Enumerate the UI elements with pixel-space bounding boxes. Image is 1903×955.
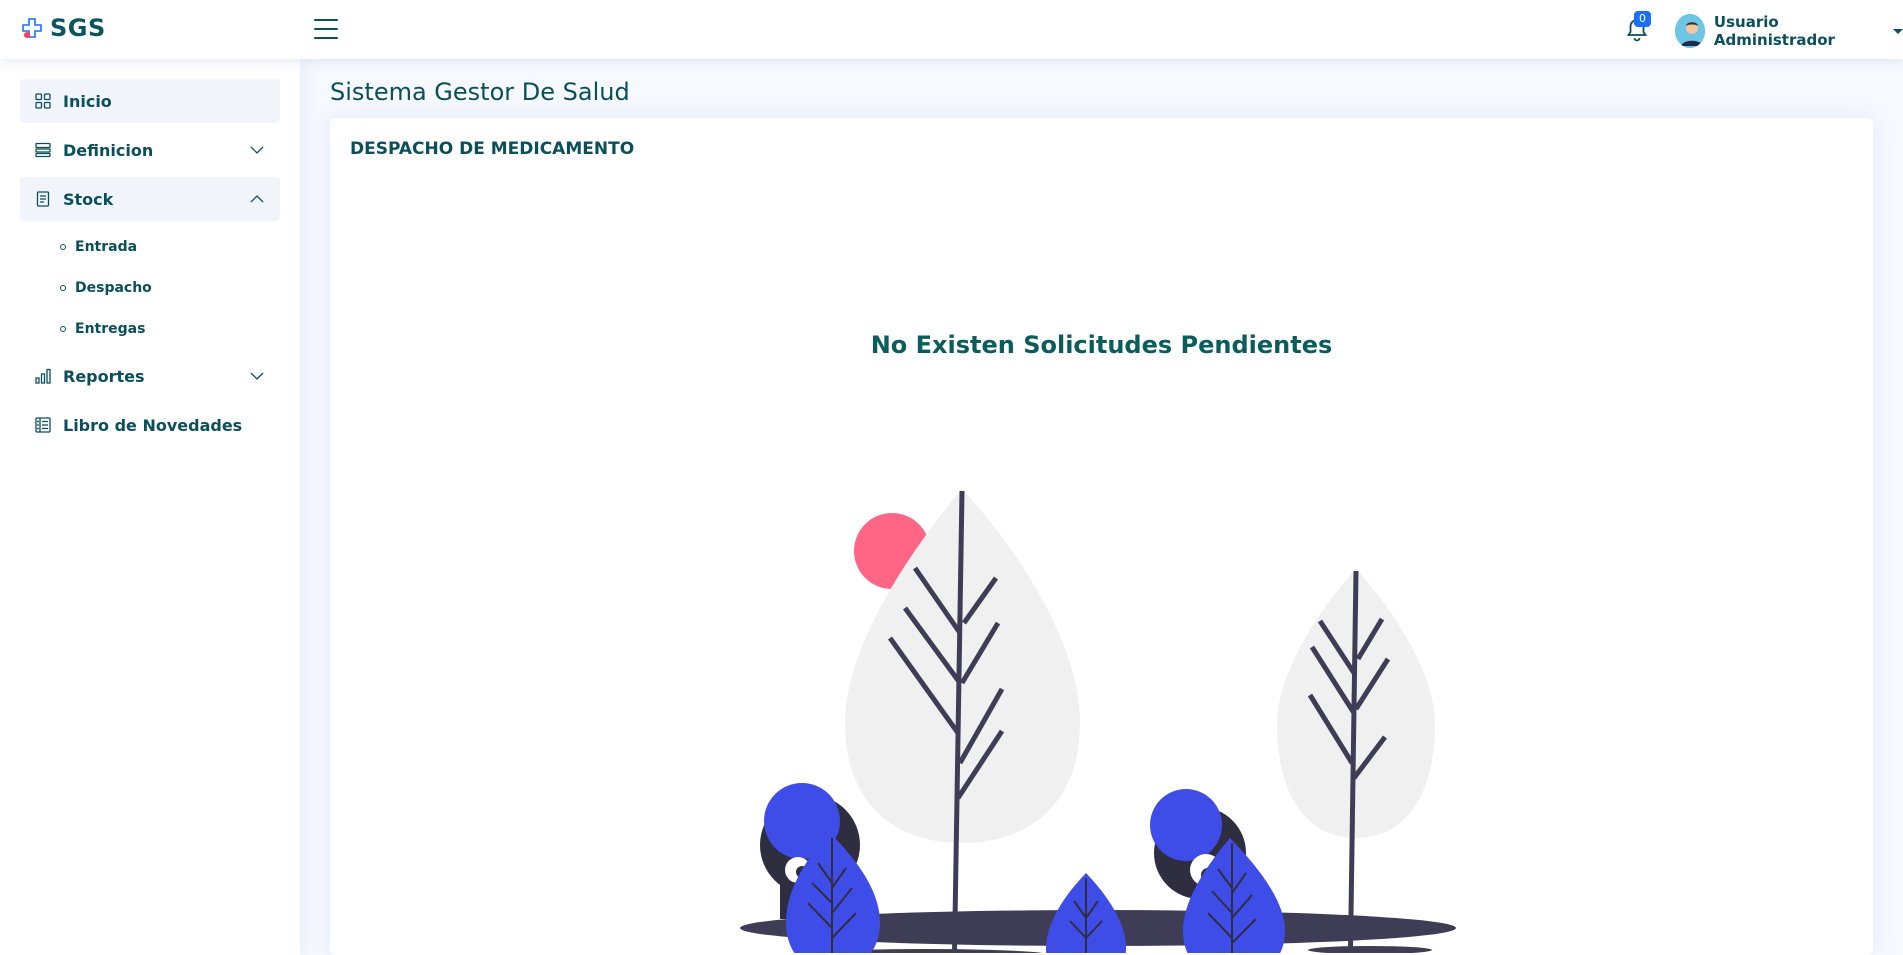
chevron-down-icon (250, 372, 264, 380)
sidebar-subitem-entregas[interactable]: Entregas (20, 308, 280, 349)
user-menu[interactable]: Usuario Administrador (1675, 13, 1903, 49)
logo[interactable]: SGS (20, 14, 106, 42)
circle-icon (60, 284, 66, 291)
sidebar: Inicio Definicion Stock Entrada Despacho… (0, 59, 300, 955)
sidebar-item-label: Reportes (63, 366, 145, 386)
sidebar-subitem-despacho[interactable]: Despacho (20, 267, 280, 308)
menu-line (314, 37, 338, 39)
sidebar-item-inicio[interactable]: Inicio (20, 79, 280, 123)
sidebar-item-label: Inicio (63, 91, 112, 111)
circle-icon (60, 325, 66, 332)
sidebar-item-label: Libro de Novedades (63, 415, 243, 435)
circle-icon (60, 243, 66, 250)
caret-down-icon (1893, 28, 1903, 34)
logo-text: SGS (50, 14, 106, 42)
chevron-up-icon (250, 195, 264, 203)
sidebar-item-definicion[interactable]: Definicion (20, 128, 280, 172)
sidebar-item-stock[interactable]: Stock (20, 177, 280, 221)
top-header: SGS 0 Usuario Administrador (0, 0, 1903, 59)
toggle-sidebar-button[interactable] (314, 19, 338, 41)
menu-line (314, 19, 338, 21)
notification-badge: 0 (1634, 11, 1651, 27)
bar-chart-icon (34, 367, 52, 385)
page-title: Sistema Gestor De Salud (330, 78, 630, 106)
chevron-down-icon (250, 146, 264, 154)
user-name: Usuario Administrador (1713, 13, 1835, 49)
sidebar-subitem-entrada[interactable]: Entrada (20, 226, 280, 267)
layers-icon (34, 141, 52, 159)
journal-icon (34, 190, 52, 208)
sidebar-subitem-label: Despacho (75, 279, 152, 296)
medical-cross-icon (22, 18, 42, 38)
layout-text-icon (34, 416, 52, 434)
grid-icon (34, 92, 52, 110)
empty-state-illustration (740, 489, 1456, 953)
sidebar-item-reportes[interactable]: Reportes (20, 354, 280, 398)
empty-state-message: No Existen Solicitudes Pendientes (870, 331, 1333, 359)
sidebar-item-libro-de-novedades[interactable]: Libro de Novedades (20, 403, 280, 447)
menu-line (314, 28, 338, 30)
sidebar-item-label: Stock (63, 189, 114, 209)
content-card: DESPACHO DE MEDICAMENTO No Existen Solic… (330, 118, 1873, 955)
sidebar-subitem-label: Entrada (75, 238, 138, 255)
card-title: DESPACHO DE MEDICAMENTO (350, 139, 635, 159)
sidebar-subitem-label: Entregas (75, 320, 146, 337)
avatar (1675, 14, 1705, 48)
sidebar-item-label: Definicion (63, 140, 154, 160)
